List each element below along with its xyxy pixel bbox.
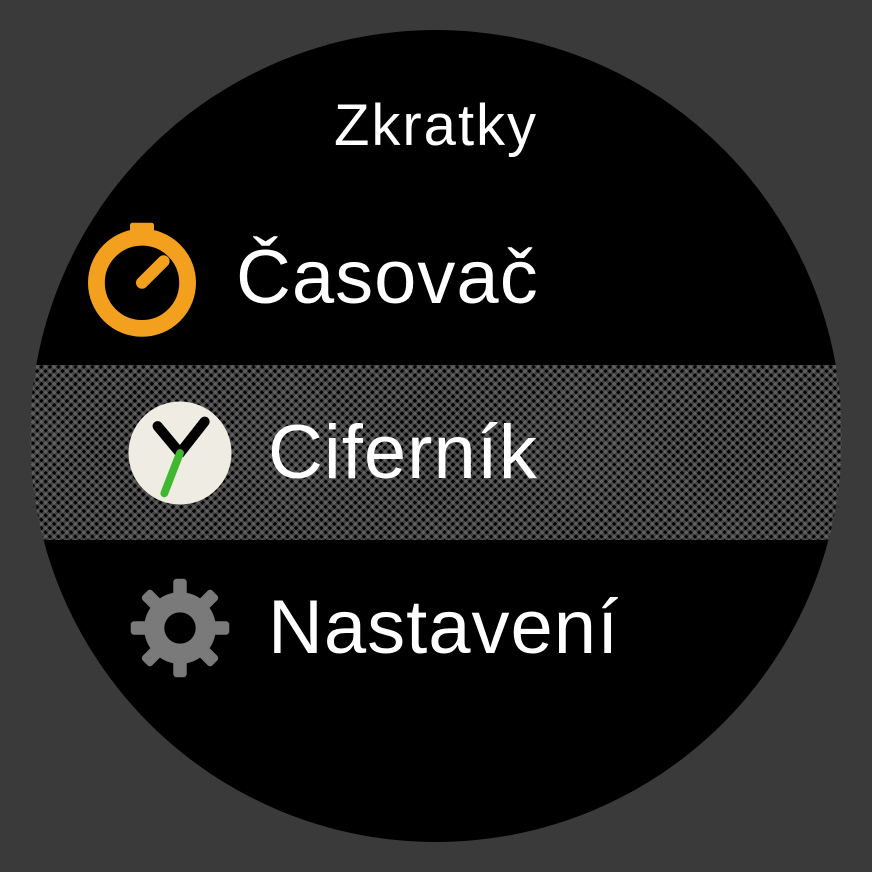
- menu-item-label: Nastavení: [268, 584, 619, 671]
- timer-icon: [82, 218, 202, 338]
- page-title: Zkratky: [30, 92, 842, 159]
- menu-item-watchface[interactable]: Ciferník: [30, 365, 842, 540]
- menu-item-timer[interactable]: Časovač: [30, 190, 842, 365]
- menu-item-label: Ciferník: [268, 409, 538, 496]
- watch-screen: Zkratky Časovač: [30, 30, 842, 842]
- watchface-icon: [120, 393, 240, 513]
- shortcut-menu: Časovač Ciferník: [30, 190, 842, 715]
- menu-item-label: Časovač: [236, 234, 539, 321]
- menu-item-settings[interactable]: Nastavení: [30, 540, 842, 715]
- settings-icon: [120, 568, 240, 688]
